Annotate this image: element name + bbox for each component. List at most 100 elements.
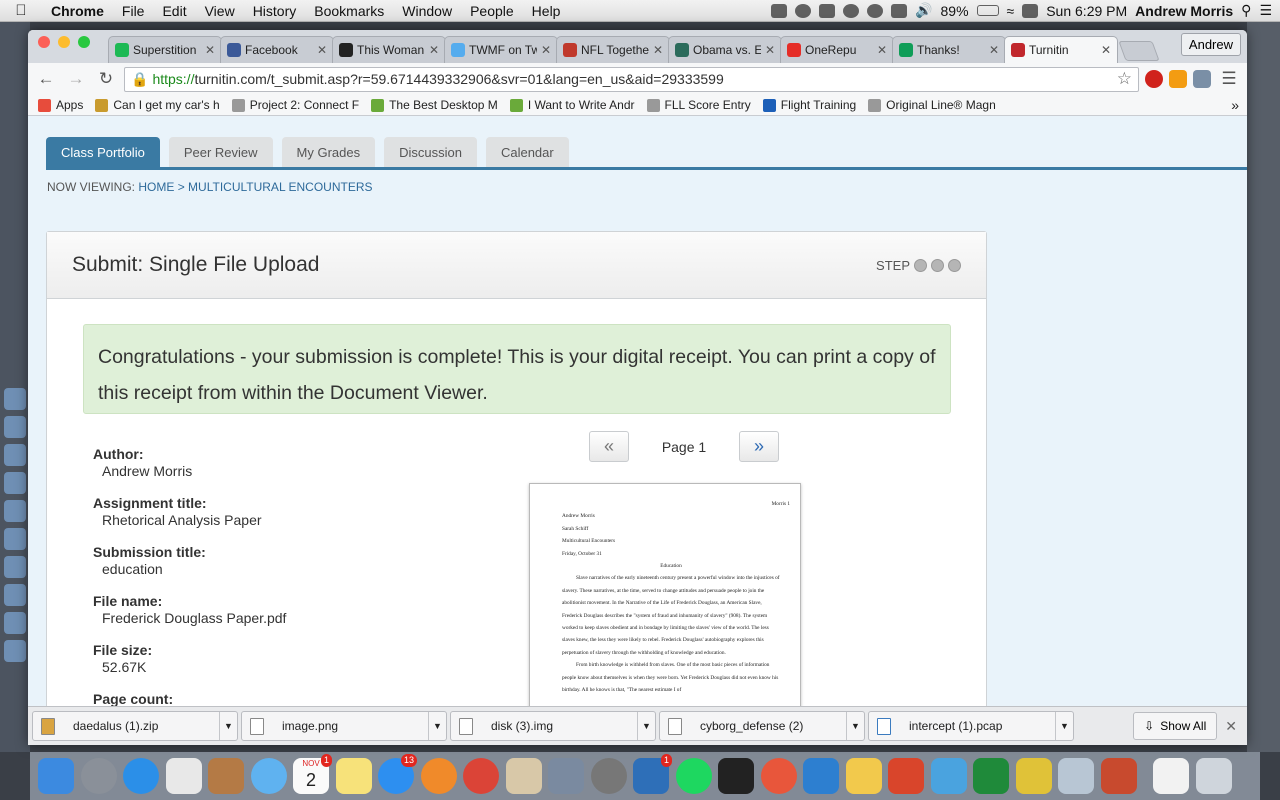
grid-app-icon[interactable]: [165, 758, 202, 794]
download-item[interactable]: daedalus (1).zip ▼: [32, 711, 238, 741]
bookmark-item[interactable]: The Best Desktop M: [367, 98, 506, 112]
desktop-app-icon[interactable]: [4, 500, 26, 522]
chevron-down-icon[interactable]: ▼: [428, 712, 446, 740]
chevron-down-icon[interactable]: ▼: [637, 712, 655, 740]
keyboard-icon[interactable]: [1022, 3, 1039, 18]
x11-icon[interactable]: [1100, 758, 1137, 794]
ibooks-icon[interactable]: [420, 758, 457, 794]
tab-class-portfolio[interactable]: Class Portfolio: [46, 137, 160, 167]
tab-discussion[interactable]: Discussion: [384, 137, 477, 167]
skype-icon[interactable]: [843, 3, 860, 18]
clock[interactable]: Sun 6:29 PM: [1046, 3, 1127, 19]
tab-peer-review[interactable]: Peer Review: [168, 137, 273, 167]
wireless-app-icon[interactable]: [1015, 758, 1052, 794]
team-app-icon[interactable]: 1: [633, 754, 672, 794]
address-bar[interactable]: 🔒 https://turnitin.com/t_submit.asp?r=59…: [124, 66, 1139, 92]
browser-tab[interactable]: This Woman ✕: [332, 36, 446, 63]
desktop-app-icon[interactable]: [4, 556, 26, 578]
desktop-app-icon[interactable]: [4, 388, 26, 410]
menu-help[interactable]: Help: [523, 3, 570, 19]
preview-icon[interactable]: [548, 758, 584, 794]
time-machine-icon[interactable]: [867, 3, 884, 18]
battery-percent[interactable]: 89%: [941, 3, 969, 19]
menu-edit[interactable]: Edit: [153, 3, 195, 19]
python-icon[interactable]: [845, 758, 882, 794]
tab-my-grades[interactable]: My Grades: [281, 137, 376, 167]
chrome-icon[interactable]: [463, 758, 499, 794]
download-item[interactable]: cyborg_defense (2) ▼: [659, 711, 865, 741]
download-item[interactable]: image.png ▼: [241, 711, 447, 741]
virtualbox-icon[interactable]: [1058, 758, 1094, 794]
finder-icon[interactable]: [38, 758, 74, 794]
zoom-window-icon[interactable]: [78, 36, 90, 48]
bookmark-item[interactable]: Apps: [34, 98, 91, 112]
calendar-icon[interactable]: NOV 2 1: [293, 754, 332, 794]
spotlight-icon[interactable]: ⚲: [1241, 2, 1251, 19]
desktop-app-icon[interactable]: [4, 584, 26, 606]
menu-app[interactable]: Chrome: [42, 3, 113, 19]
status-icon[interactable]: [795, 3, 812, 18]
chevron-down-icon[interactable]: ▼: [846, 712, 864, 740]
minimize-window-icon[interactable]: [58, 36, 70, 48]
reload-icon[interactable]: ↻: [94, 69, 118, 89]
powerpoint-icon[interactable]: [888, 758, 924, 794]
battery-icon[interactable]: [976, 5, 999, 16]
next-page-button[interactable]: »: [739, 431, 779, 462]
menu-history[interactable]: History: [244, 3, 306, 19]
download-item[interactable]: intercept (1).pcap ▼: [868, 711, 1074, 741]
desktop-app-icon[interactable]: [4, 472, 26, 494]
bookmark-item[interactable]: FLL Score Entry: [643, 98, 759, 112]
browser-tab[interactable]: Turnitin ✕: [1004, 36, 1118, 63]
new-tab-button[interactable]: [1118, 41, 1160, 61]
trash-icon[interactable]: [1195, 758, 1232, 794]
profile-button[interactable]: Andrew: [1180, 33, 1241, 56]
system-preferences-icon[interactable]: [590, 758, 627, 794]
creative-cloud-icon[interactable]: [819, 3, 836, 18]
close-tab-icon[interactable]: ✕: [429, 43, 439, 57]
breadcrumb-home-link[interactable]: HOME: [138, 180, 174, 194]
contacts-icon[interactable]: [208, 758, 244, 794]
forward-icon[interactable]: →: [64, 69, 88, 89]
close-tab-icon[interactable]: ✕: [1101, 43, 1111, 57]
browser-tab[interactable]: NFL Togethe ✕: [556, 36, 670, 63]
launchpad-icon[interactable]: [80, 758, 117, 794]
prev-page-button[interactable]: «: [589, 431, 629, 462]
document-preview[interactable]: Morris 1 Andrew Morris Sarah Schiff Mult…: [529, 483, 801, 706]
bluetooth-icon[interactable]: [891, 3, 908, 18]
close-window-icon[interactable]: [38, 36, 50, 48]
desktop-app-icon[interactable]: [4, 612, 26, 634]
menu-bookmarks[interactable]: Bookmarks: [305, 3, 393, 19]
close-tab-icon[interactable]: ✕: [317, 43, 327, 57]
volume-icon[interactable]: 🔊: [915, 2, 932, 19]
desktop-app-icon[interactable]: [4, 528, 26, 550]
tab-calendar[interactable]: Calendar: [485, 137, 569, 167]
close-tab-icon[interactable]: ✕: [653, 43, 663, 57]
user-name[interactable]: Andrew Morris: [1135, 3, 1233, 19]
close-tab-icon[interactable]: ✕: [989, 43, 999, 57]
messages-icon[interactable]: [250, 758, 287, 794]
apple-menu-icon[interactable]: : [0, 2, 42, 19]
desktop-app-icon[interactable]: [4, 640, 26, 662]
chevron-down-icon[interactable]: ▼: [219, 712, 237, 740]
extension-icon[interactable]: [1169, 70, 1187, 88]
browser-tab[interactable]: Thanks! ✕: [892, 36, 1006, 63]
back-icon[interactable]: ←: [34, 69, 58, 89]
adblock-extension-icon[interactable]: [1145, 70, 1163, 88]
wifi-icon[interactable]: ≈: [1007, 3, 1015, 19]
app-icon[interactable]: [760, 758, 797, 794]
bookmarks-overflow-icon[interactable]: »: [1231, 97, 1239, 113]
notes-icon[interactable]: [335, 758, 372, 794]
menu-people[interactable]: People: [461, 3, 523, 19]
browser-tab[interactable]: OneRepu ✕: [780, 36, 894, 63]
chrome-menu-icon[interactable]: ☰: [1217, 69, 1241, 89]
menu-view[interactable]: View: [196, 3, 244, 19]
bookmark-item[interactable]: I Want to Write Andr: [506, 98, 643, 112]
spotify-icon[interactable]: [675, 758, 712, 794]
bookmark-item[interactable]: Project 2: Connect F: [228, 98, 367, 112]
browser-tab[interactable]: Superstition ✕: [108, 36, 222, 63]
lock-icon[interactable]: 🔒: [131, 71, 148, 88]
terminal-icon[interactable]: [718, 758, 754, 794]
browser-tab[interactable]: Obama vs. E ✕: [668, 36, 782, 63]
close-tab-icon[interactable]: ✕: [541, 43, 551, 57]
notification-center-icon[interactable]: ☰: [1259, 2, 1272, 19]
